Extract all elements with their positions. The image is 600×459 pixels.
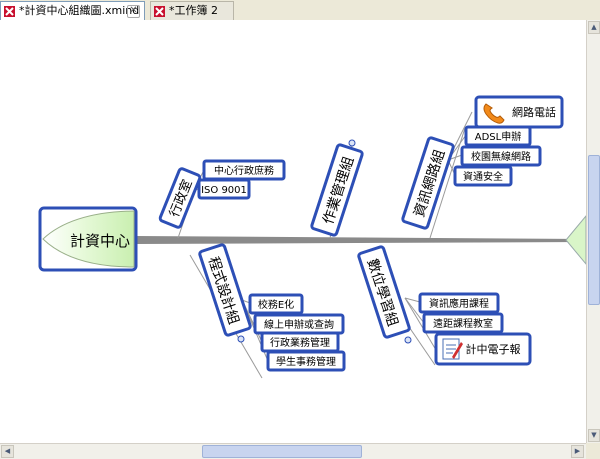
svg-text:行政業務管理: 行政業務管理: [270, 336, 330, 349]
svg-text:計中電子報: 計中電子報: [466, 342, 521, 356]
mindmap-canvas[interactable]: 計資中心 行政室 中心行政庶務 ISO 9001 作業管理組 資訊網路組 網路電…: [0, 20, 586, 443]
topic-campus-wifi[interactable]: 校園無線網路: [460, 145, 542, 167]
svg-text:資通安全: 資通安全: [463, 170, 503, 183]
topic-it-courses[interactable]: 資訊應用課程: [418, 292, 500, 314]
central-topic-label: 計資中心: [70, 232, 130, 250]
editor-tab-bar: *計資中心組織圖.xmind ✕ *工作簿 2: [0, 0, 600, 21]
collapse-handle[interactable]: [348, 139, 356, 147]
scrollbar-corner: [586, 443, 600, 459]
svg-text:資訊應用課程: 資訊應用課程: [429, 297, 489, 310]
svg-text:網路電話: 網路電話: [512, 105, 556, 119]
svg-text:校務E化: 校務E化: [258, 298, 294, 311]
topic-admin-business[interactable]: 行政業務管理: [260, 331, 340, 353]
topic-newsletter[interactable]: 計中電子報: [434, 332, 532, 366]
tab-workbook-2[interactable]: *工作簿 2: [150, 1, 234, 20]
svg-text:校園無線網路: 校園無線網路: [471, 150, 531, 163]
topic-campus-e-service[interactable]: 校務E化: [248, 293, 304, 315]
collapse-handle[interactable]: [404, 336, 412, 344]
fishbone-spine: [136, 236, 586, 244]
topic-remote-classroom[interactable]: 遠距課程教室: [422, 312, 504, 334]
topic-student-affairs[interactable]: 學生事務管理: [266, 350, 346, 372]
tab-label: *計資中心組織圖.xmind: [19, 4, 140, 17]
svg-text:中心行政庶務: 中心行政庶務: [214, 164, 274, 177]
scroll-left-icon[interactable]: ◀: [1, 445, 14, 458]
branch-digital-learning[interactable]: 數位學習組: [357, 245, 411, 339]
tab-label: *工作簿 2: [169, 4, 218, 17]
topic-admin-affairs[interactable]: 中心行政庶務: [202, 159, 286, 181]
scroll-down-icon[interactable]: ▼: [588, 429, 600, 442]
svg-text:學生事務管理: 學生事務管理: [276, 355, 336, 368]
branch-operations[interactable]: 作業管理組: [310, 143, 364, 237]
tab-org-chart[interactable]: *計資中心組織圖.xmind ✕: [0, 1, 145, 20]
scroll-up-icon[interactable]: ▲: [588, 21, 600, 34]
topic-online-application[interactable]: 線上申辦或查詢: [253, 313, 345, 335]
topic-iso-9001[interactable]: ISO 9001: [197, 178, 251, 200]
central-topic[interactable]: 計資中心: [38, 206, 138, 272]
branch-network[interactable]: 資訊網路組: [401, 136, 455, 230]
collapse-handle[interactable]: [237, 335, 245, 343]
fishbone-head: [565, 215, 586, 265]
vertical-scrollbar[interactable]: ▲ ▼: [586, 20, 600, 443]
svg-text:ISO 9001: ISO 9001: [201, 185, 247, 196]
xmind-file-icon: [4, 6, 15, 17]
horizontal-scroll-thumb[interactable]: [202, 445, 362, 458]
branch-programming[interactable]: 程式設計組: [198, 243, 252, 337]
vertical-scroll-thumb[interactable]: [588, 155, 600, 305]
svg-text:線上申辦或查詢: 線上申辦或查詢: [264, 318, 334, 331]
branch-admin-office[interactable]: 行政室: [158, 167, 202, 229]
topic-infosec[interactable]: 資通安全: [453, 165, 513, 187]
topic-adsl[interactable]: ADSL申辦: [464, 125, 532, 147]
close-tab-icon[interactable]: ✕: [127, 5, 140, 18]
scroll-right-icon[interactable]: ▶: [571, 445, 584, 458]
horizontal-scrollbar[interactable]: ◀ ▶: [0, 443, 586, 459]
svg-text:ADSL申辦: ADSL申辦: [475, 130, 521, 143]
topic-voip[interactable]: 網路電話: [474, 95, 564, 129]
xmind-file-icon: [154, 6, 165, 17]
svg-text:遠距課程教室: 遠距課程教室: [433, 317, 493, 330]
